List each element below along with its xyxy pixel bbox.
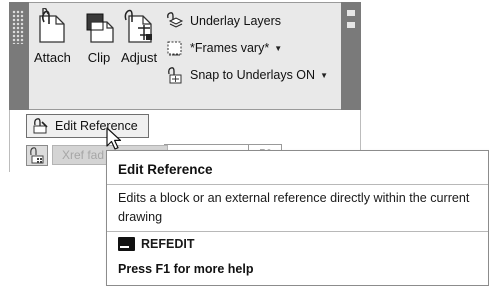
frames-dropdown[interactable]: *Frames vary* ▼ [166, 37, 282, 59]
underlay-layers-label: Underlay Layers [190, 14, 282, 28]
mouse-cursor-icon [106, 127, 122, 150]
tooltip-command-name: REFEDIT [141, 237, 195, 251]
tooltip-help: Press F1 for more help [118, 262, 254, 276]
adjust-icon [123, 8, 155, 44]
adjust-button[interactable]: Adjust [121, 8, 157, 72]
frames-icon [166, 39, 184, 57]
panel-grip-right[interactable] [341, 2, 361, 110]
chevron-down-icon: ▼ [274, 43, 283, 53]
xref-fade-icon [26, 144, 48, 166]
clip-label: Clip [87, 50, 111, 65]
tooltip-title: Edit Reference [118, 162, 213, 177]
attach-label: Attach [34, 50, 71, 65]
snap-underlay-icon [166, 66, 184, 84]
edit-reference-label: Edit Reference [55, 119, 138, 133]
chevron-down-icon: ▼ [320, 70, 328, 80]
edit-reference-icon [32, 118, 49, 134]
underlay-layers-button[interactable]: Underlay Layers [166, 10, 281, 32]
snap-label: Snap to Underlays ON [190, 68, 316, 82]
snap-to-underlays-dropdown[interactable]: Snap to Underlays ON ▼ [166, 64, 328, 86]
attach-button[interactable]: Attach [34, 7, 71, 72]
grip-dots-icon [12, 10, 24, 44]
panel-options-icon[interactable] [347, 22, 355, 28]
tooltip: Edit Reference Edits a block or an exter… [106, 150, 489, 286]
underlay-layers-icon [166, 12, 184, 30]
clip-icon [83, 8, 115, 44]
edit-reference-button[interactable]: Edit Reference [26, 114, 149, 138]
frames-label: *Frames vary* [190, 41, 270, 55]
command-line-icon [118, 237, 135, 251]
panel-grip-left[interactable] [9, 2, 29, 110]
tooltip-divider [107, 184, 488, 185]
attach-icon [36, 7, 68, 44]
pin-icon[interactable] [347, 10, 355, 16]
tooltip-description: Edits a block or an external reference d… [118, 191, 470, 224]
adjust-label: Adjust [121, 50, 158, 65]
tooltip-command: REFEDIT [118, 237, 194, 251]
tooltip-divider [107, 231, 488, 232]
clip-button[interactable]: Clip [83, 8, 115, 72]
